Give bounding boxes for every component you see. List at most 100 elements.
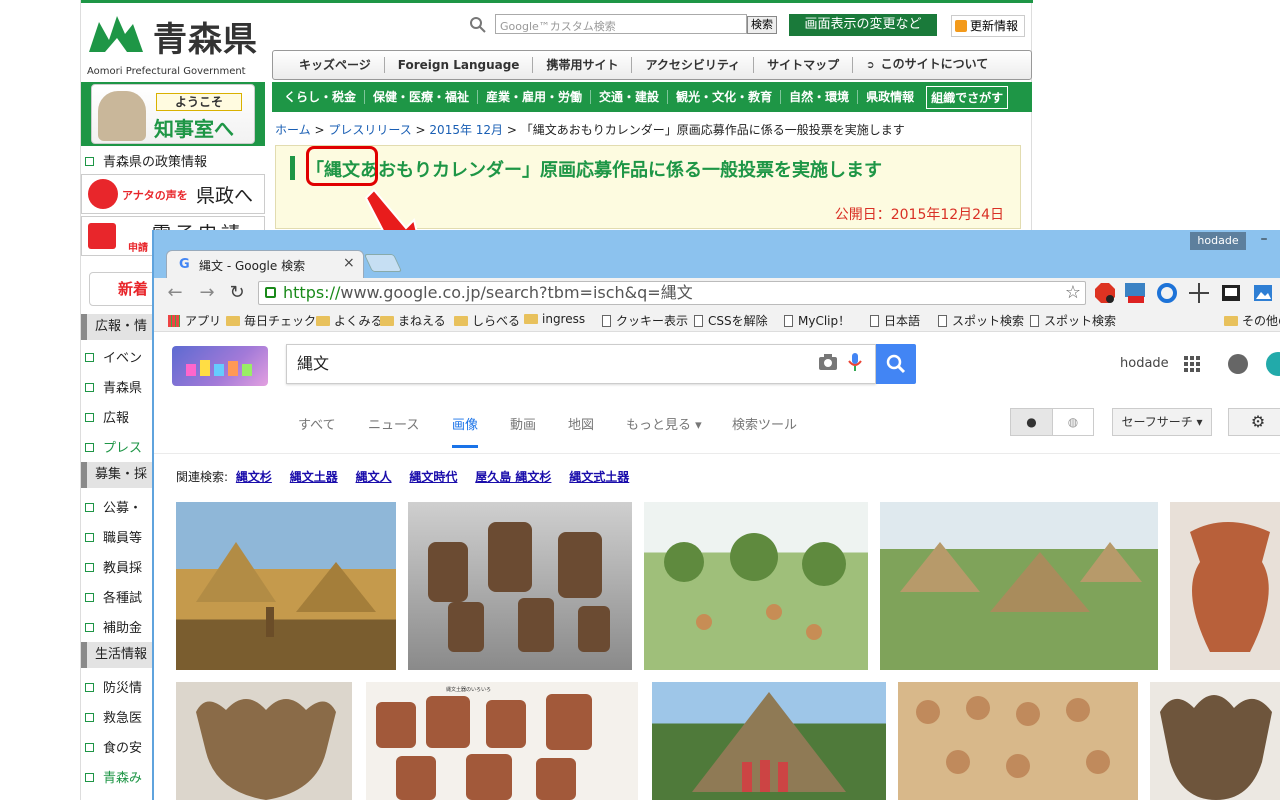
notifications-icon[interactable] bbox=[1228, 354, 1248, 374]
screenshot-extension-icon[interactable] bbox=[1220, 282, 1242, 304]
related-link[interactable]: 縄文時代 bbox=[409, 470, 457, 484]
result-image[interactable] bbox=[880, 502, 1158, 670]
side-link-press[interactable]: プレス bbox=[85, 437, 142, 456]
cat-nature[interactable]: 自然・環境 bbox=[781, 90, 859, 104]
result-image[interactable] bbox=[1150, 682, 1280, 800]
cat-transport[interactable]: 交通・建設 bbox=[591, 90, 669, 104]
cat-living[interactable]: くらし・税金 bbox=[272, 90, 366, 104]
cat-industry[interactable]: 産業・雇用・労働 bbox=[478, 90, 592, 104]
google-search-button[interactable] bbox=[876, 344, 916, 384]
google-search-input[interactable]: 縄文 bbox=[286, 344, 876, 384]
bookmark-folder[interactable]: よくみる bbox=[316, 312, 382, 329]
nav-sitemap[interactable]: サイトマップ bbox=[754, 57, 854, 73]
tab-more[interactable]: もっと見る ▾ bbox=[626, 414, 702, 433]
breadcrumb-home[interactable]: ホーム bbox=[275, 123, 311, 137]
bookmark-apps[interactable]: アプリ bbox=[168, 312, 221, 329]
result-image[interactable] bbox=[176, 682, 352, 800]
side-link[interactable]: 教員採 bbox=[85, 557, 142, 576]
new-extension-icon[interactable] bbox=[1124, 282, 1146, 304]
side-link[interactable]: 救急医 bbox=[85, 707, 142, 726]
bookmark-folder[interactable]: ingress bbox=[524, 312, 585, 326]
tab-all[interactable]: すべて bbox=[298, 414, 336, 433]
nav-foreign[interactable]: Foreign Language bbox=[385, 57, 534, 73]
image-extension-icon[interactable] bbox=[1252, 282, 1274, 304]
profile-badge[interactable]: hodade bbox=[1190, 232, 1246, 250]
tab-close-icon[interactable]: × bbox=[343, 255, 355, 271]
result-image[interactable]: 縄文土器のいろいろ bbox=[366, 682, 638, 800]
aomori-logo[interactable]: 青森県 Aomori Prefectural Government bbox=[87, 10, 259, 77]
side-link[interactable]: 公募・ bbox=[85, 497, 142, 516]
apps-grid-icon[interactable] bbox=[1184, 356, 1200, 372]
person-icon[interactable]: ● bbox=[1011, 409, 1053, 435]
site-search-input[interactable]: Google™カスタム検索 bbox=[495, 14, 747, 34]
bookmark-page[interactable]: 日本語 bbox=[870, 312, 920, 329]
tab-news[interactable]: ニュース bbox=[368, 414, 419, 433]
tab-tools[interactable]: 検索ツール bbox=[732, 414, 797, 433]
forward-arrow-icon[interactable]: → bbox=[196, 282, 218, 304]
side-link[interactable]: イベン bbox=[85, 347, 142, 366]
tab-images[interactable]: 画像 bbox=[452, 414, 479, 448]
related-link[interactable]: 縄文人 bbox=[356, 470, 392, 484]
related-link[interactable]: 縄文杉 bbox=[236, 470, 272, 484]
bookmark-page[interactable]: スポット検索 bbox=[1030, 312, 1116, 329]
spiral-extension-icon[interactable] bbox=[1156, 282, 1178, 304]
google-username[interactable]: hodade bbox=[1120, 356, 1169, 371]
adblock-extension-icon[interactable] bbox=[1094, 282, 1116, 304]
bookmark-folder[interactable]: まねえる bbox=[380, 312, 446, 329]
side-link[interactable]: 防災情 bbox=[85, 677, 142, 696]
back-arrow-icon[interactable]: ← bbox=[164, 282, 186, 304]
site-search-button[interactable]: 検索 bbox=[747, 16, 777, 34]
bookmark-star-icon[interactable]: ☆ bbox=[1065, 282, 1081, 304]
result-image[interactable] bbox=[652, 682, 886, 800]
reload-icon[interactable]: ↻ bbox=[226, 282, 248, 304]
bookmark-folder[interactable]: しらべる bbox=[454, 312, 520, 329]
settings-gear-icon[interactable]: ⚙ bbox=[1228, 408, 1280, 436]
nav-kids[interactable]: キッズページ bbox=[273, 57, 385, 73]
side-link-policy[interactable]: 青森県の政策情報 bbox=[85, 151, 207, 170]
minimize-button[interactable]: – bbox=[1254, 230, 1274, 250]
safesearch-dropdown[interactable]: セーフサーチ ▾ bbox=[1112, 408, 1212, 436]
bookmark-page[interactable]: スポット検索 bbox=[938, 312, 1024, 329]
tab-video[interactable]: 動画 bbox=[510, 414, 536, 433]
bookmark-other[interactable]: その他の bbox=[1224, 312, 1280, 329]
crosshair-extension-icon[interactable] bbox=[1188, 282, 1210, 304]
bookmark-folder[interactable]: 毎日チェック bbox=[226, 312, 316, 329]
breadcrumb-press[interactable]: プレスリリース bbox=[328, 123, 411, 137]
org-search-button[interactable]: 組織でさがす bbox=[926, 85, 1009, 109]
display-settings-button[interactable]: 画面表示の変更など bbox=[789, 14, 937, 36]
result-image[interactable] bbox=[408, 502, 632, 670]
side-link[interactable]: 広報 bbox=[85, 407, 129, 426]
side-link[interactable]: 青森県 bbox=[85, 377, 142, 396]
camera-icon[interactable] bbox=[818, 352, 838, 372]
side-link[interactable]: 食の安 bbox=[85, 737, 142, 756]
browser-tab[interactable]: G 縄文 - Google 検索 × bbox=[166, 250, 364, 278]
result-image[interactable] bbox=[1170, 502, 1280, 670]
side-link[interactable]: 各種試 bbox=[85, 587, 142, 606]
nav-mobile[interactable]: 携帯用サイト bbox=[533, 57, 633, 73]
voice-banner[interactable]: アナタの声を 県政へ bbox=[81, 174, 265, 214]
microphone-icon[interactable] bbox=[848, 352, 862, 372]
breadcrumb-month[interactable]: 2015年 12月 bbox=[429, 123, 503, 137]
side-link[interactable]: 青森み bbox=[85, 767, 142, 786]
bookmark-page[interactable]: クッキー表示 bbox=[602, 312, 688, 329]
rss-button[interactable]: 更新情報 bbox=[951, 15, 1025, 37]
bookmark-page[interactable]: CSSを解除 bbox=[694, 312, 768, 329]
result-image[interactable] bbox=[644, 502, 868, 670]
side-link[interactable]: 職員等 bbox=[85, 527, 142, 546]
result-image[interactable] bbox=[898, 682, 1138, 800]
related-link[interactable]: 屋久島 縄文杉 bbox=[475, 470, 551, 484]
tab-maps[interactable]: 地図 bbox=[568, 414, 594, 433]
nav-about[interactable]: ➲ このサイトについて bbox=[853, 56, 1001, 74]
related-link[interactable]: 縄文式土器 bbox=[569, 470, 629, 484]
address-bar[interactable]: https://www.google.co.jp/search?tbm=isch… bbox=[258, 281, 1086, 305]
cat-tourism[interactable]: 観光・文化・教育 bbox=[668, 90, 782, 104]
result-image[interactable] bbox=[176, 502, 396, 670]
bookmark-page[interactable]: MyClip！ bbox=[784, 312, 850, 329]
related-link[interactable]: 縄文土器 bbox=[290, 470, 338, 484]
google-doodle[interactable] bbox=[172, 346, 268, 386]
side-link[interactable]: 補助金 bbox=[85, 617, 142, 636]
governor-banner[interactable]: ようこそ 知事室へ bbox=[81, 82, 265, 146]
nav-accessibility[interactable]: アクセシビリティ bbox=[632, 57, 755, 73]
cat-govinfo[interactable]: 県政情報 bbox=[858, 90, 922, 104]
globe-icon[interactable]: ◍ bbox=[1053, 409, 1093, 435]
